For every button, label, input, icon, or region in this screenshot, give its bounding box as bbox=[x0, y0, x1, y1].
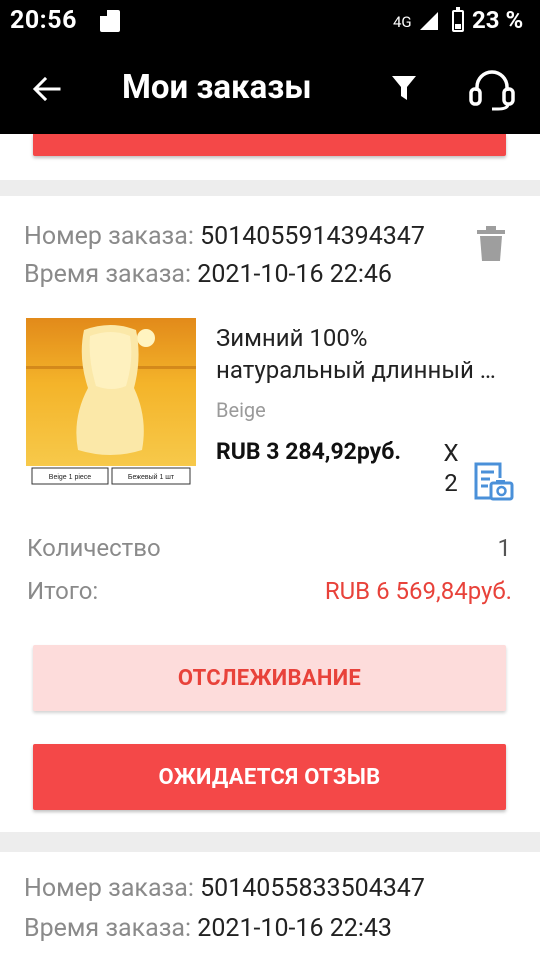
sd-card-icon bbox=[100, 10, 120, 32]
order-number-row: Номер заказа: 5014055833504347 bbox=[24, 874, 425, 903]
order-time: 2021-10-16 22:46 bbox=[197, 260, 392, 289]
quantity-x: X bbox=[443, 439, 459, 467]
order-number-label: Номер заказа: bbox=[24, 874, 194, 903]
product-price: RUB 3 284,92руб. bbox=[216, 438, 402, 465]
filter-icon bbox=[392, 76, 416, 100]
product-name-line1: Зимний 100% bbox=[216, 324, 368, 352]
order-number: 5014055914394347 bbox=[200, 222, 425, 251]
order-number-row: Номер заказа: 5014055914394347 bbox=[24, 222, 425, 251]
product-variant: Beige bbox=[216, 398, 266, 422]
order-number: 5014055833504347 bbox=[200, 874, 425, 903]
next-order-card: Номер заказа: 5014055833504347 Время зак… bbox=[0, 852, 540, 960]
battery-percent: 23 % bbox=[472, 6, 524, 34]
order-time-row: Время заказа: 2021-10-16 22:46 bbox=[24, 260, 392, 289]
previous-order-button[interactable] bbox=[33, 134, 506, 156]
status-bar: 20:56 4G 23 % bbox=[0, 0, 540, 44]
trash-icon bbox=[477, 226, 505, 261]
quantity-number: 2 bbox=[444, 469, 458, 497]
quantity-value: 1 bbox=[497, 534, 512, 562]
support-button[interactable] bbox=[464, 62, 520, 116]
battery-icon bbox=[452, 7, 464, 32]
back-arrow-icon bbox=[32, 76, 61, 102]
track-order-button[interactable]: ОТСЛЕЖИВАНИЕ bbox=[33, 645, 506, 711]
invoice-button[interactable] bbox=[472, 460, 514, 502]
image-label-1: Beige 1 piece bbox=[49, 474, 92, 481]
product-name[interactable]: Зимний 100% натуральный длинный мех овчи… bbox=[216, 322, 512, 386]
order-card: Номер заказа: 5014055914394347 Время зак… bbox=[0, 196, 540, 832]
page-title: Мои заказы bbox=[122, 68, 312, 107]
leave-review-button[interactable]: ОЖИДАЕТСЯ ОТЗЫВ bbox=[33, 744, 506, 810]
product-image[interactable]: Beige 1 piece Бежевый 1 шт bbox=[26, 318, 196, 488]
network-type: 4G bbox=[393, 13, 412, 31]
filter-button[interactable] bbox=[380, 64, 428, 112]
app-bar: Мои заказы bbox=[0, 44, 540, 134]
invoice-camera-icon bbox=[474, 462, 514, 501]
status-time: 20:56 bbox=[10, 6, 77, 35]
sheepskin-seat-cover-image: Beige 1 piece Бежевый 1 шт bbox=[26, 318, 196, 488]
product-name-line2: натуральный длинный мех овчины bbox=[216, 356, 512, 384]
order-time: 2021-10-16 22:43 bbox=[197, 914, 392, 943]
order-time-label: Время заказа: bbox=[24, 260, 192, 289]
order-time-label: Время заказа: bbox=[24, 914, 192, 943]
quantity-label: Количество bbox=[27, 534, 161, 562]
headset-icon bbox=[469, 70, 515, 111]
back-button[interactable] bbox=[22, 64, 72, 114]
product-quantity: X 2 bbox=[436, 438, 466, 498]
image-label-2: Бежевый 1 шт bbox=[128, 473, 175, 481]
total-label: Итого: bbox=[27, 577, 99, 605]
total-value: RUB 6 569,84руб. bbox=[324, 577, 512, 605]
signal-icon bbox=[420, 12, 438, 30]
order-number-label: Номер заказа: bbox=[24, 222, 194, 251]
delete-order-button[interactable] bbox=[476, 226, 506, 262]
order-time-row: Время заказа: 2021-10-16 22:43 bbox=[24, 914, 392, 943]
